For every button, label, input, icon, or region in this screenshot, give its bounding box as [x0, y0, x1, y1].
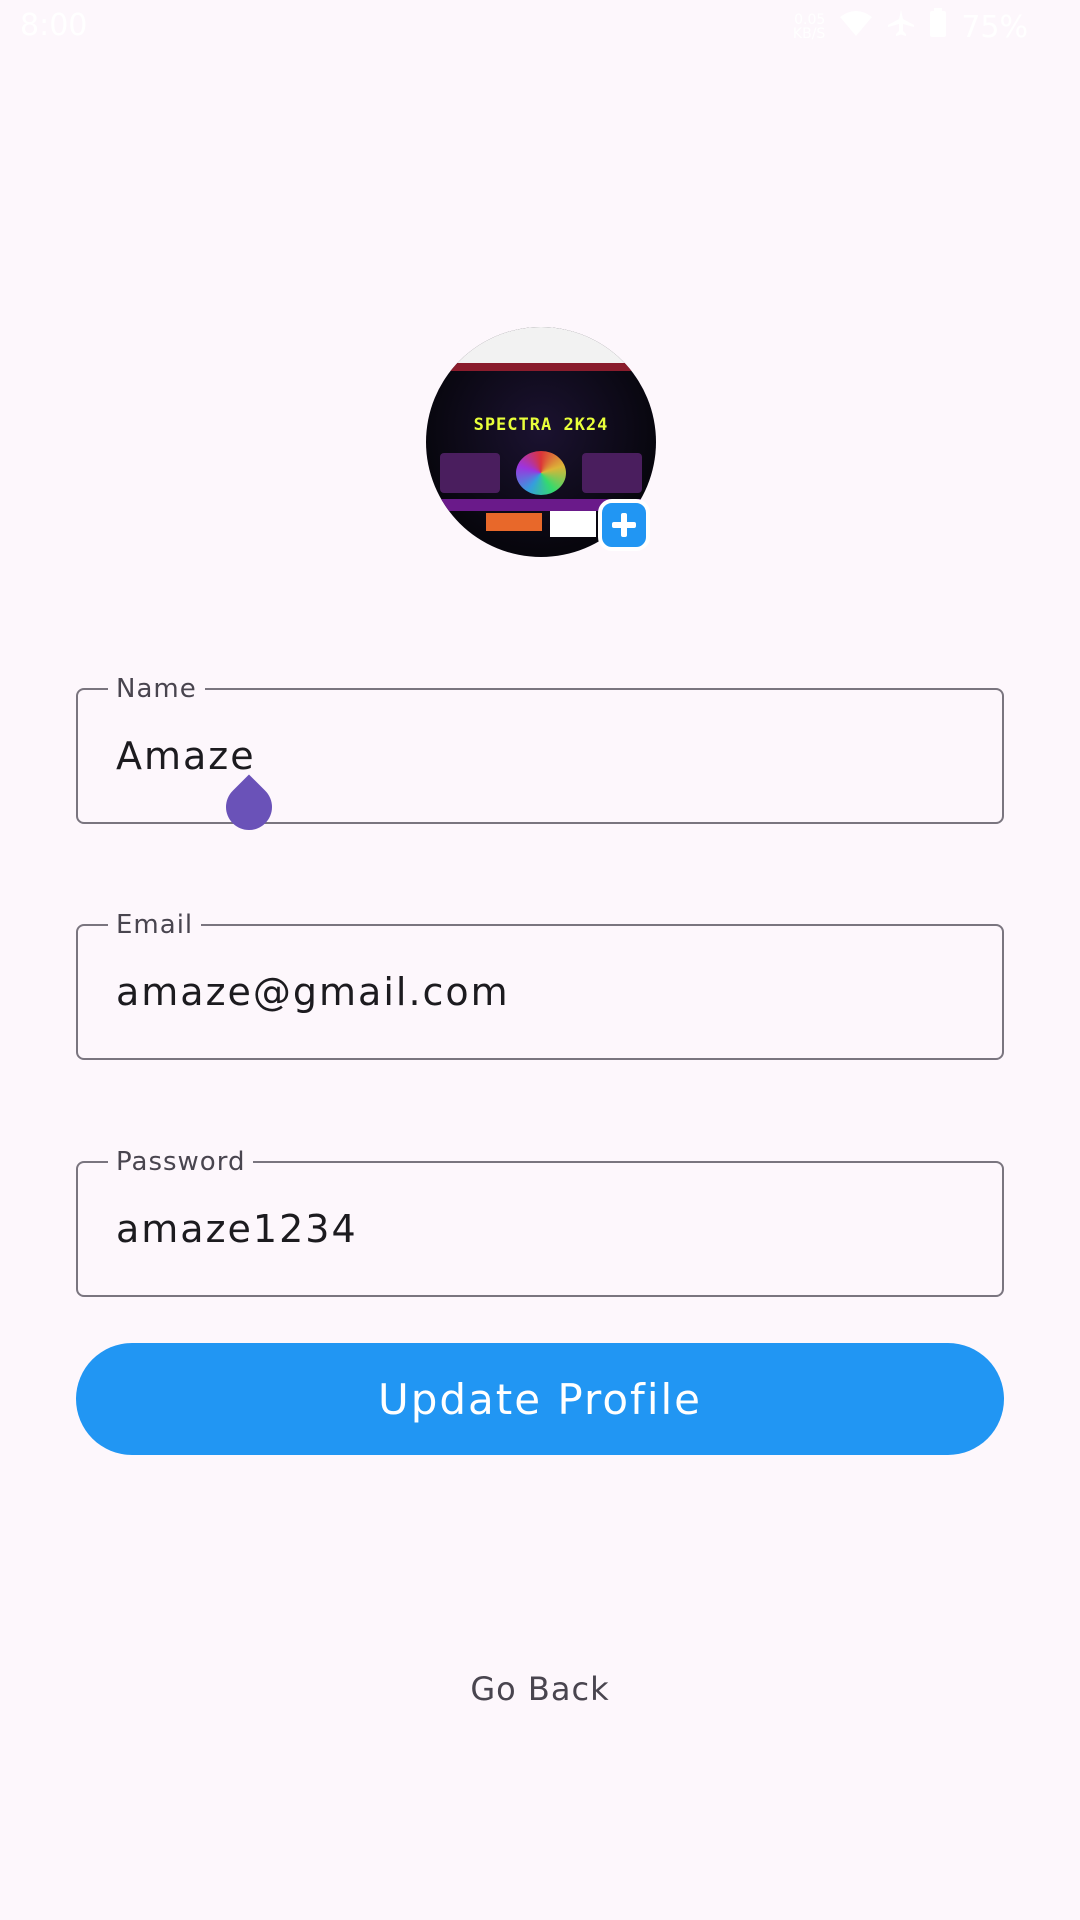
avatar-container: SPECTRA 2K24: [426, 327, 656, 557]
status-bar: 8:00 0.05 KB/S 75%: [0, 0, 1080, 56]
poster-box-shape: [582, 453, 642, 493]
wifi-icon: [839, 9, 873, 45]
email-field[interactable]: Email amaze@gmail.com: [76, 908, 1004, 1060]
screen: 8:00 0.05 KB/S 75% SPECTRA 2K24 Name Ama…: [0, 0, 1080, 1920]
email-input[interactable]: amaze@gmail.com: [116, 968, 510, 1016]
status-icons: 0.05 KB/S 75%: [793, 8, 1028, 46]
poster-box-shape: [440, 453, 500, 493]
email-label: Email: [108, 908, 202, 942]
poster-orb-shape: [516, 451, 566, 495]
poster-block-shape: [486, 513, 542, 531]
name-input[interactable]: Amaze: [116, 732, 256, 780]
network-speed-unit: KB/S: [792, 26, 826, 42]
network-speed-value: 0.05: [794, 12, 826, 28]
network-speed: 0.05 KB/S: [793, 13, 825, 41]
poster-header-shape: [426, 327, 656, 363]
name-label: Name: [108, 672, 205, 706]
password-label: Password: [108, 1145, 254, 1179]
airplane-icon: [887, 9, 915, 45]
poster-strip-shape: [426, 363, 656, 371]
go-back-link[interactable]: Go Back: [0, 1670, 1080, 1708]
password-input[interactable]: amaze1234: [116, 1205, 358, 1253]
name-field[interactable]: Name Amaze: [76, 672, 1004, 824]
update-profile-button[interactable]: Update Profile: [76, 1343, 1004, 1455]
battery-icon: [929, 8, 947, 46]
status-time: 8:00: [20, 8, 88, 43]
poster-title-shape: SPECTRA 2K24: [473, 415, 609, 435]
poster-block-shape: [550, 511, 596, 537]
add-photo-button[interactable]: [598, 499, 650, 551]
add-photo-icon: [612, 513, 636, 537]
password-field[interactable]: Password amaze1234: [76, 1145, 1004, 1297]
battery-percent: 75%: [961, 9, 1028, 45]
